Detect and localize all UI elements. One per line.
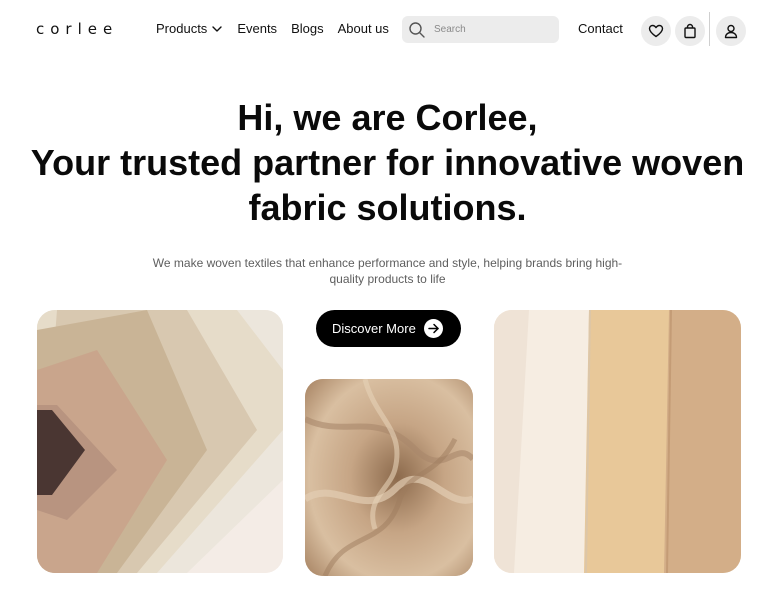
draped-fabric-image: [305, 379, 473, 576]
account-button[interactable]: [716, 16, 746, 46]
hero-title-line: Hi, we are Corlee,: [237, 97, 538, 138]
nav-item-label: Products: [156, 21, 208, 36]
wishlist-button[interactable]: [641, 16, 671, 46]
brand-logo[interactable]: corlee: [36, 20, 118, 38]
search-input[interactable]: [434, 24, 544, 35]
nav-item-events[interactable]: Events: [237, 21, 277, 36]
arrow-right-icon: [424, 319, 443, 338]
nav-item-blogs[interactable]: Blogs: [291, 21, 324, 36]
header-divider: [709, 12, 710, 46]
user-icon: [724, 24, 738, 39]
discover-more-button[interactable]: Discover More: [316, 310, 461, 347]
fabric-swatches-image: [37, 310, 283, 573]
search-bar[interactable]: [402, 16, 559, 43]
hero-subtitle: We make woven textiles that enhance perf…: [152, 256, 623, 286]
hero-title-line: fabric solutions.: [248, 187, 527, 228]
nav-item-label: About us: [337, 21, 389, 36]
fabric-panels-image: [494, 310, 741, 573]
chevron-down-icon: [212, 25, 223, 32]
nav-item-label: Events: [237, 21, 278, 36]
contact-link[interactable]: Contact: [578, 21, 623, 36]
nav-item-label: Blogs: [291, 21, 324, 36]
hero-title: Hi, we are Corlee, Your trusted partner …: [0, 95, 775, 230]
site-header: corlee Products Events Blogs About us Co…: [0, 0, 775, 60]
nav-item-about-us[interactable]: About us: [338, 21, 389, 36]
discover-more-label: Discover More: [332, 321, 416, 336]
heart-icon: [648, 24, 664, 38]
cart-button[interactable]: [675, 16, 705, 46]
nav-item-products[interactable]: Products: [156, 21, 223, 36]
main-nav: Products Events Blogs About us: [156, 21, 389, 36]
hero-title-line: Your trusted partner for innovative wove…: [30, 142, 745, 183]
shopping-bag-icon: [684, 23, 696, 39]
search-icon: [408, 21, 426, 39]
